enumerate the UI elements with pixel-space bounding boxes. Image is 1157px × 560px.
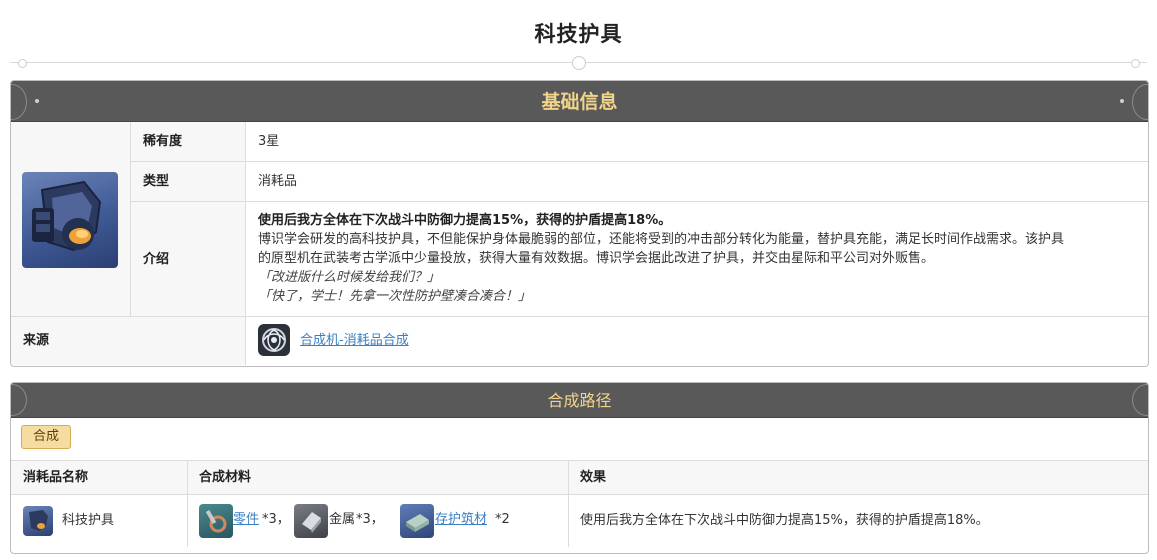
basic-info-table: 稀有度 3星 类型 消耗品 介绍 使用后我方全体在下次战斗中防御力提高15%，获… — [11, 122, 1148, 365]
page-title: 科技护具 — [534, 22, 623, 46]
intro-effect-line: 使用后我方全体在下次战斗中防御力提高15%，获得的护盾提高18%。 — [258, 213, 672, 228]
recipe-header: 合成路径 — [11, 383, 1148, 418]
recipe-panel: 合成路径 合成 消耗品名称 合成材料 效果 科技护具 零件 *3， 金属 *3，… — [10, 382, 1149, 554]
intro-quote-2: 「快了，学士！先拿一次性防护壁凑合凑合！」 — [258, 289, 532, 304]
source-value: 合成机-消耗品合成 — [246, 317, 1148, 365]
table-row: 科技护具 零件 *3， 金属 *3， 存护筑材 *2 使用后我方全体在下次战斗中… — [11, 495, 1148, 547]
divider-ornament-center — [572, 56, 586, 70]
column-effect: 效果 — [580, 470, 607, 485]
recipe-header-ornament-left — [11, 384, 27, 416]
effect-cell: 使用后我方全体在下次战斗中防御力提高15%，获得的护盾提高18%。 — [580, 513, 989, 528]
intro-body-line-2: 的原型机在武装考古学派中少量投放，获得大量有效数据。博识学会据此改进了护具，并交… — [258, 251, 935, 266]
divider-ornament-left — [18, 59, 27, 68]
rarity-label: 稀有度 — [131, 122, 246, 162]
intro-quote-1: 「改进版什么时候发给我们？」 — [258, 270, 441, 285]
parts-icon[interactable] — [199, 504, 233, 538]
materials-cell: 零件 *3， 金属 *3， 存护筑材 *2 — [187, 495, 568, 547]
material-parts-link[interactable]: 零件 — [233, 495, 259, 545]
header-ornament-left — [11, 84, 27, 120]
basic-info-panel: 基础信息 稀有度 3星 类型 消耗品 介绍 使用后我方全体在下次战斗中防御力提高… — [10, 80, 1149, 367]
intro-label: 介绍 — [131, 202, 246, 317]
header-dot-right — [1120, 99, 1124, 103]
column-materials: 合成材料 — [199, 470, 252, 485]
intro-value: 使用后我方全体在下次战斗中防御力提高15%，获得的护盾提高18%。 博识学会研发… — [246, 202, 1148, 317]
recipe-title: 合成路径 — [547, 391, 612, 410]
tech-armor-image — [22, 172, 118, 268]
consumable-name-cell: 科技护具 — [11, 495, 187, 547]
source-link[interactable]: 合成机-消耗品合成 — [300, 317, 409, 365]
intro-body-line-1: 博识学会研发的高科技护具，不但能保护身体最脆弱的部位，还能将受到的冲击部分转化为… — [258, 232, 1065, 247]
consumable-name: 科技护具 — [62, 513, 115, 528]
material-metal-count: *3， — [356, 512, 384, 527]
header-ornament-right — [1132, 84, 1148, 120]
type-label: 类型 — [131, 162, 246, 202]
synthesizer-icon — [258, 324, 290, 356]
material-metal-name: 金属 — [329, 512, 356, 527]
basic-info-title: 基础信息 — [541, 91, 618, 113]
type-value: 消耗品 — [246, 162, 1148, 202]
recipe-header-ornament-right — [1132, 384, 1148, 416]
tab-synthesis[interactable]: 合成 — [21, 425, 71, 449]
header-dot-left — [35, 99, 39, 103]
divider-ornament-right — [1131, 59, 1140, 68]
basic-info-header: 基础信息 — [11, 81, 1148, 122]
material-preservation-link[interactable]: 存护筑材 — [435, 495, 487, 545]
tech-armor-small-icon — [23, 506, 53, 536]
source-label: 来源 — [11, 317, 246, 365]
material-parts-count: *3， — [262, 512, 290, 527]
column-consumable-name: 消耗品名称 — [23, 470, 89, 485]
metal-icon — [294, 504, 328, 538]
rarity-value: 3星 — [246, 122, 1148, 162]
item-image-cell — [11, 122, 131, 317]
preservation-material-icon[interactable] — [400, 504, 434, 538]
material-preservation-count: *2 — [495, 512, 510, 527]
recipe-table-header: 消耗品名称 合成材料 效果 — [11, 460, 1148, 495]
